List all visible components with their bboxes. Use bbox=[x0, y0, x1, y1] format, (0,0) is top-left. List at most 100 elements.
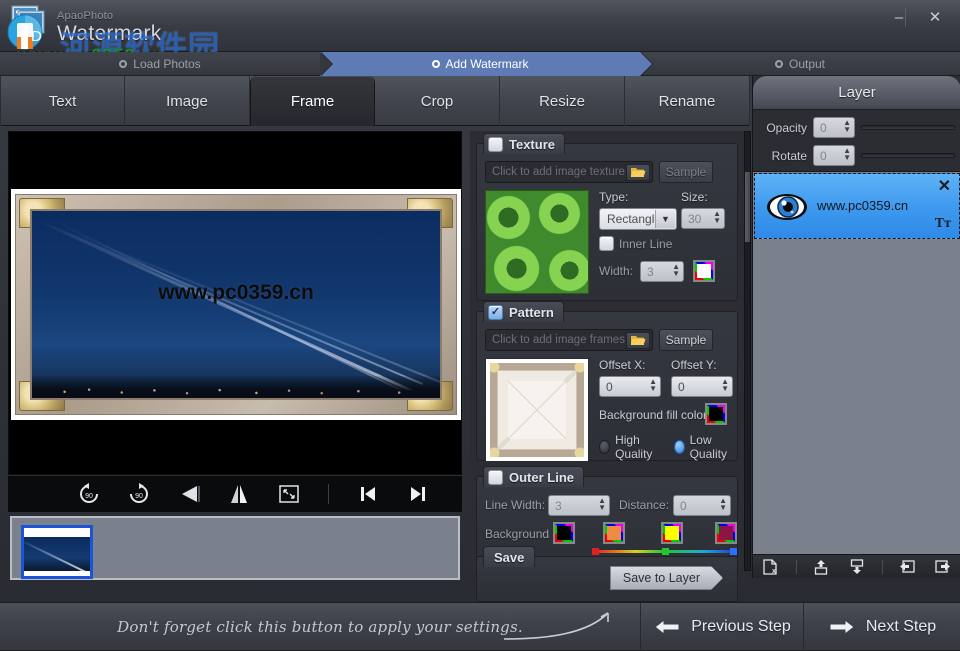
curved-arrow-icon bbox=[503, 612, 609, 640]
outer-line-color-swatch-2[interactable] bbox=[603, 522, 625, 544]
texture-sample-button[interactable]: Sample bbox=[659, 161, 713, 183]
spinner-arrows-icon[interactable]: ▲ ▼ bbox=[672, 263, 680, 278]
import-layer-icon[interactable] bbox=[896, 557, 918, 577]
arrow-right-icon bbox=[829, 618, 855, 636]
step-add-watermark[interactable]: Add Watermark bbox=[320, 52, 653, 76]
layer-close-icon[interactable]: ✕ bbox=[938, 179, 951, 195]
texture-preview-swatch[interactable] bbox=[485, 190, 589, 294]
line-width-spinner[interactable]: 3 ▲ ▼ bbox=[548, 495, 610, 516]
previous-photo-icon[interactable] bbox=[343, 477, 393, 511]
texture-width-spinner[interactable]: 3 ▲ ▼ bbox=[640, 261, 684, 282]
app-logo-icon: D bbox=[7, 5, 45, 50]
photo-preview-canvas[interactable]: www.pc0359.cn bbox=[8, 131, 462, 475]
brand-small: ApaoPhoto bbox=[57, 10, 114, 22]
tab-crop[interactable]: Crop bbox=[375, 76, 500, 126]
texture-group-header: Texture bbox=[483, 133, 565, 154]
distance-spinner[interactable]: 0 ▲ ▼ bbox=[673, 495, 731, 516]
export-layer-icon[interactable] bbox=[932, 557, 954, 577]
application-window: D ApaoPhoto Watermark 河源软件园 www.pc0359.c… bbox=[0, 0, 960, 651]
spinner-arrows-icon[interactable]: ▲ ▼ bbox=[713, 210, 721, 225]
quality-radio-group: High Quality Low Quality bbox=[599, 433, 737, 461]
tab-text[interactable]: Text bbox=[0, 76, 125, 126]
tab-rename[interactable]: Rename bbox=[625, 76, 750, 126]
offset-x-spinner[interactable]: 0 ▲ ▼ bbox=[599, 376, 661, 397]
rotate-left-90-icon[interactable]: 90 bbox=[64, 477, 114, 511]
flip-horizontal-icon[interactable] bbox=[164, 477, 214, 511]
outer-line-color-swatch-4[interactable] bbox=[715, 522, 737, 544]
pattern-sample-button[interactable]: Sample bbox=[659, 329, 713, 351]
toolbar-divider bbox=[795, 559, 797, 574]
step-load-photos[interactable]: Load Photos bbox=[0, 52, 333, 76]
step-bullet-icon bbox=[774, 60, 783, 68]
outer-line-group-header: Outer Line bbox=[483, 466, 585, 487]
thumbnail-item[interactable] bbox=[21, 525, 93, 579]
delete-layer-icon[interactable]: x bbox=[760, 557, 782, 577]
line-width-label: Line Width: bbox=[485, 498, 546, 512]
pattern-enable-checkbox[interactable] bbox=[488, 304, 503, 320]
layer-controls: Opacity 0 ▲ ▼ Rotate 0 ▲ ▼ bbox=[753, 110, 960, 172]
next-step-button[interactable]: Next Step bbox=[804, 603, 960, 651]
spinner-arrows-icon[interactable]: ▲ ▼ bbox=[719, 497, 727, 512]
background-fill-color-swatch[interactable] bbox=[705, 403, 727, 425]
inner-line-checkbox[interactable] bbox=[599, 236, 614, 251]
rotate-slider[interactable] bbox=[861, 153, 955, 158]
pattern-preview-swatch[interactable] bbox=[485, 358, 589, 462]
flip-vertical-icon[interactable] bbox=[214, 477, 264, 511]
inner-line-color-swatch[interactable] bbox=[693, 260, 715, 282]
texture-size-value: 30 bbox=[688, 211, 702, 226]
distance-label: Distance: bbox=[619, 498, 670, 512]
gradient-stop-start[interactable] bbox=[592, 548, 599, 555]
high-quality-radio[interactable] bbox=[599, 440, 611, 454]
next-photo-icon[interactable] bbox=[393, 477, 443, 511]
chevron-down-icon[interactable]: ▼ bbox=[655, 210, 675, 228]
settings-scrollbar[interactable] bbox=[744, 131, 751, 571]
move-layer-up-icon[interactable] bbox=[810, 557, 832, 577]
tab-resize[interactable]: Resize bbox=[500, 76, 625, 126]
texture-browse-folder-icon[interactable] bbox=[626, 164, 650, 181]
framed-photo: www.pc0359.cn bbox=[11, 189, 461, 420]
tab-frame[interactable]: Frame bbox=[250, 76, 375, 126]
low-quality-radio[interactable] bbox=[673, 440, 685, 454]
opacity-spinner[interactable]: 0 ▲ ▼ bbox=[813, 117, 855, 138]
scrollbar-thumb[interactable] bbox=[745, 172, 750, 242]
spinner-arrows-icon[interactable]: ▲ ▼ bbox=[598, 497, 606, 512]
gradient-stop-end[interactable] bbox=[730, 548, 737, 555]
texture-type-combo[interactable]: Rectangle ▼ bbox=[599, 208, 677, 230]
spinner-arrows-icon[interactable]: ▲ ▼ bbox=[721, 378, 729, 393]
pattern-browse-folder-icon[interactable] bbox=[626, 332, 650, 349]
outer-line-color-swatch-1[interactable] bbox=[553, 522, 575, 544]
opacity-slider[interactable] bbox=[861, 125, 955, 130]
layer-item-name: www.pc0359.cn bbox=[817, 198, 909, 213]
svg-text:x: x bbox=[772, 568, 776, 575]
pattern-group-title: Pattern bbox=[509, 304, 554, 320]
texture-size-spinner[interactable]: 30 ▲ ▼ bbox=[681, 208, 725, 229]
previous-step-button[interactable]: Previous Step bbox=[640, 603, 804, 651]
offset-x-value: 0 bbox=[606, 379, 613, 394]
gradient-stop-mid[interactable] bbox=[662, 548, 669, 555]
texture-enable-checkbox[interactable] bbox=[488, 136, 503, 152]
outer-line-enable-checkbox[interactable] bbox=[488, 469, 503, 485]
outer-background-label: Background bbox=[485, 527, 550, 541]
gradient-slider[interactable] bbox=[592, 548, 737, 555]
thumbnail-strip[interactable] bbox=[10, 516, 460, 580]
inner-line-label: Inner Line bbox=[619, 237, 673, 251]
title-bar: D ApaoPhoto Watermark 河源软件园 www.pc0359.c… bbox=[0, 0, 960, 67]
close-button[interactable]: ✕ bbox=[918, 4, 952, 30]
texture-width-value: 3 bbox=[647, 264, 654, 279]
fit-to-screen-icon[interactable] bbox=[264, 477, 314, 511]
rotate-spinner[interactable]: 0 ▲ ▼ bbox=[813, 145, 855, 166]
rotate-right-90-icon[interactable]: 90 bbox=[114, 477, 164, 511]
outer-line-color-swatch-3[interactable] bbox=[661, 522, 683, 544]
texture-file-input[interactable]: Click to add image texture... bbox=[485, 161, 653, 183]
move-layer-down-icon[interactable] bbox=[846, 557, 868, 577]
tab-image[interactable]: Image bbox=[125, 76, 250, 126]
offset-y-spinner[interactable]: 0 ▲ ▼ bbox=[671, 376, 733, 397]
spinner-arrows-icon[interactable]: ▲ ▼ bbox=[843, 147, 851, 162]
step-output[interactable]: Output bbox=[640, 52, 960, 76]
minimize-button[interactable]: – bbox=[882, 4, 916, 30]
layer-list-item[interactable]: www.pc0359.cn ✕ Tᴛ bbox=[754, 173, 960, 239]
save-to-layer-button[interactable]: Save to Layer bbox=[610, 566, 723, 590]
spinner-arrows-icon[interactable]: ▲ ▼ bbox=[843, 119, 851, 134]
spinner-arrows-icon[interactable]: ▲ ▼ bbox=[649, 378, 657, 393]
pattern-file-input[interactable]: Click to add image frames... bbox=[485, 329, 653, 351]
